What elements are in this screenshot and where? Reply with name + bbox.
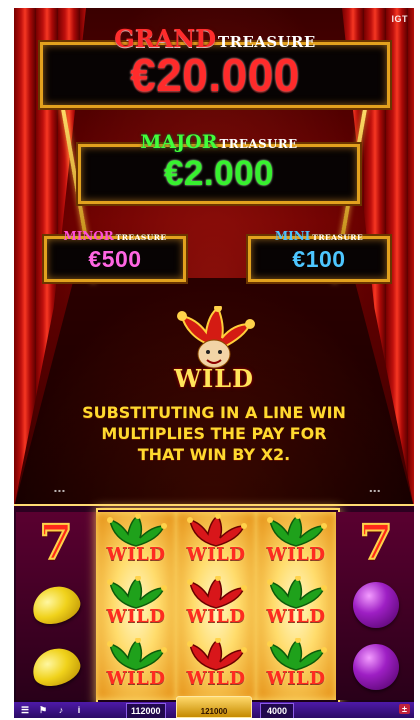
page: IGT GRAND TREASURE €20.000 MAJOR TREASURE …	[0, 0, 420, 720]
minor-jackpot-panel: MINOR TREASURE €500	[44, 230, 186, 282]
seven-symbol: 7	[358, 515, 393, 571]
wild-symbol: WILD	[176, 512, 256, 574]
menu-icon[interactable]: ☰	[18, 705, 32, 715]
grand-jackpot-value: €20.000	[130, 49, 300, 101]
wild-feature-label: WILD	[174, 364, 254, 393]
mini-jackpot-title: MINI TREASURE	[251, 230, 387, 242]
mini-treasure-label: TREASURE	[312, 233, 364, 242]
reel-area: 7 WILD WILD WILD WILD WILD WILD WILD WIL…	[14, 504, 414, 706]
bet-adjust-button[interactable]: ±	[399, 704, 410, 714]
mini-tier-label: MINI	[274, 229, 311, 243]
mini-jackpot-panel: MINI TREASURE €100	[248, 230, 390, 282]
plum-icon	[353, 644, 399, 690]
wild-label: WILD	[266, 606, 326, 627]
wild-label: WILD	[106, 668, 166, 689]
reel-1-symbol-3	[22, 640, 90, 694]
fine-print-left: ▪ ▪ ▪	[54, 488, 65, 493]
spin-button[interactable]: 121000	[176, 696, 252, 718]
major-jackpot-panel: MAJOR TREASURE €2.000	[78, 133, 360, 204]
reel-5-symbol-1: 7	[342, 516, 410, 570]
major-tier-label: MAJOR	[140, 131, 218, 153]
info-icon[interactable]: i	[72, 705, 86, 715]
reel-5-symbol-3	[342, 640, 410, 694]
wild-symbol: WILD	[96, 636, 176, 698]
win-value: 121000	[200, 707, 228, 716]
wild-label: WILD	[186, 606, 246, 627]
reel-1-symbol-2	[22, 578, 90, 632]
bet-value: 4000	[267, 706, 288, 716]
wild-label: WILD	[266, 544, 326, 565]
major-treasure-label: TREASURE	[219, 137, 298, 151]
minor-treasure-label: TREASURE	[115, 233, 167, 242]
minor-jackpot-value: €500	[88, 245, 142, 272]
wild-label: WILD	[186, 544, 246, 565]
grand-jackpot-title: GRAND TREASURE	[43, 27, 387, 51]
lemon-icon	[27, 642, 85, 692]
grand-jackpot-panel: GRAND TREASURE €20.000	[40, 27, 390, 108]
wild-label: WILD	[106, 606, 166, 627]
wild-label: WILD	[266, 668, 326, 689]
wild-label: WILD	[186, 668, 246, 689]
reel-4: WILD WILD WILD	[256, 512, 336, 700]
reel-5: 7	[336, 512, 414, 700]
wild-label: WILD	[106, 544, 166, 565]
reel-2: WILD WILD WILD	[96, 512, 176, 700]
wild-symbol: WILD	[256, 636, 336, 698]
reel-1: 7	[16, 512, 96, 700]
reel-1-symbol-1: 7	[22, 516, 90, 570]
wild-symbol: WILD	[96, 574, 176, 636]
bottom-control-bar: ☰ ⚑ ♪ i 112000 121000 4000 ±	[14, 696, 414, 718]
grand-tier-label: GRAND	[114, 24, 217, 53]
minor-tier-label: MINOR	[63, 229, 114, 243]
slot-game-screen: IGT GRAND TREASURE €20.000 MAJOR TREASURE …	[14, 8, 414, 718]
seven-symbol: 7	[38, 515, 73, 571]
wild-symbol: WILD	[176, 574, 256, 636]
fine-print-right: ▪ ▪ ▪	[369, 488, 380, 493]
wild-symbol: WILD	[96, 512, 176, 574]
grand-treasure-label: TREASURE	[218, 33, 316, 51]
wild-symbol: WILD	[176, 636, 256, 698]
credit-display: 112000	[126, 703, 166, 718]
credit-value: 112000	[131, 706, 161, 716]
major-jackpot-title: MAJOR TREASURE	[81, 133, 357, 152]
minor-jackpot-title: MINOR TREASURE	[47, 230, 183, 242]
major-jackpot-value: €2.000	[163, 154, 275, 193]
mini-jackpot-value: €100	[292, 245, 346, 272]
sound-icon[interactable]: ♪	[54, 705, 68, 715]
reel-3: WILD WILD WILD	[176, 512, 256, 700]
plum-icon	[353, 582, 399, 628]
igt-logo: IGT	[391, 14, 408, 24]
flag-icon[interactable]: ⚑	[36, 705, 50, 715]
wild-symbol: WILD	[256, 512, 336, 574]
lemon-icon	[27, 580, 85, 630]
wild-symbol: WILD	[256, 574, 336, 636]
bet-display[interactable]: 4000	[260, 703, 295, 718]
reel-5-symbol-2	[342, 578, 410, 632]
jester-wild-icon: WILD	[164, 304, 264, 398]
feature-description: SUBSTITUTING IN A LINE WIN MULTIPLIES TH…	[82, 403, 346, 464]
